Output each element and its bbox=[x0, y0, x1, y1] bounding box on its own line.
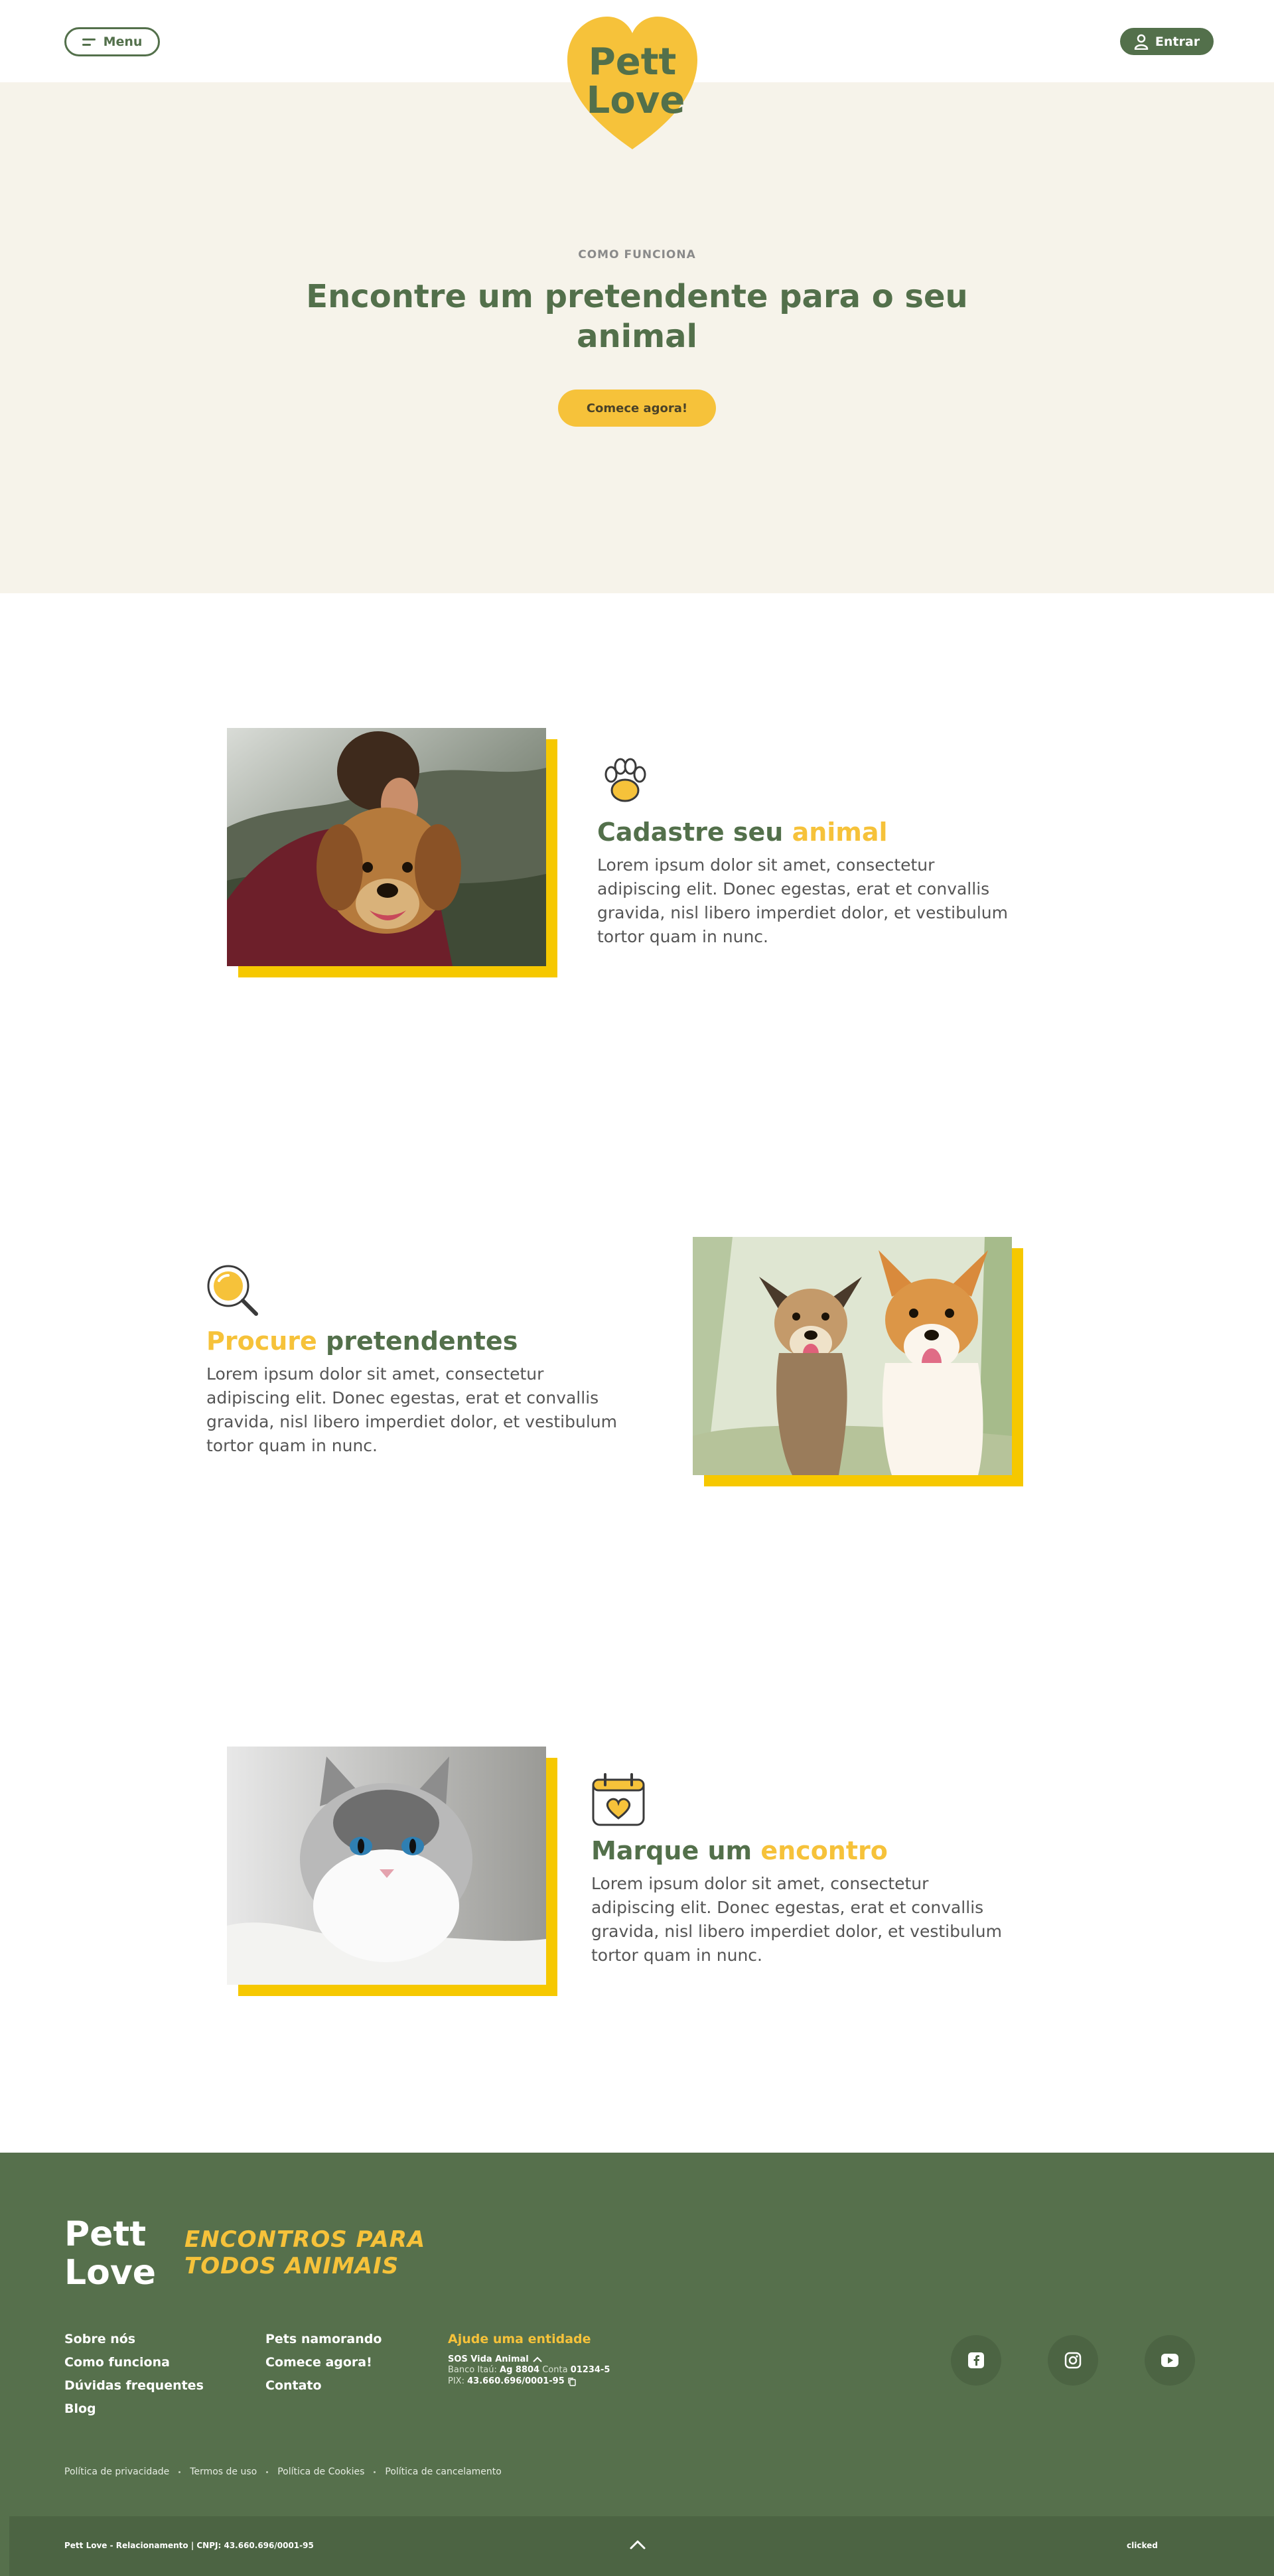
login-button[interactable]: Entrar bbox=[1120, 28, 1214, 55]
site-logo[interactable]: Pett Love bbox=[564, 13, 701, 154]
svg-text:Love: Love bbox=[64, 2253, 156, 2289]
step2-text: Lorem ipsum dolor sit amet, consectetur … bbox=[206, 1364, 617, 1455]
facebook-icon bbox=[968, 2352, 984, 2368]
copyright-text: Pett Love - Relacionamento | CNPJ: 43.66… bbox=[64, 2541, 314, 2550]
donate-bank-line: Banco Itaú: Ag 8804 Conta 01234-5 bbox=[448, 2365, 610, 2375]
youtube-icon bbox=[1161, 2354, 1178, 2367]
back-to-top-chevron-up-icon[interactable] bbox=[628, 2535, 648, 2555]
footer-slogan: ENCONTROS PARA TODOS ANIMAIS bbox=[184, 2226, 426, 2279]
social-links bbox=[951, 2335, 1195, 2386]
login-label: Entrar bbox=[1155, 34, 1200, 49]
footer-link-blog[interactable]: Blog bbox=[64, 2401, 204, 2416]
footer-link-faq[interactable]: Dúvidas frequentes bbox=[64, 2378, 204, 2393]
hero-title: Encontre um pretendente para o seu anima… bbox=[306, 278, 968, 355]
youtube-button[interactable] bbox=[1145, 2335, 1195, 2386]
magnifier-icon bbox=[207, 1265, 258, 1316]
paw-icon bbox=[604, 758, 646, 802]
fluffy-cat-photo bbox=[227, 1747, 546, 1985]
footer-link-pets-dating[interactable]: Pets namorando bbox=[265, 2332, 382, 2346]
footer-logo[interactable]: Pett Love bbox=[64, 2212, 164, 2289]
step2-photo-frame bbox=[693, 1237, 1023, 1486]
step3-title: Marque um encontro bbox=[591, 1836, 888, 1865]
menu-button[interactable]: Menu bbox=[64, 27, 160, 56]
chevron-up-icon bbox=[533, 2356, 542, 2362]
hero-eyebrow: COMO FUNCIONA bbox=[578, 248, 696, 261]
svg-text:Pett: Pett bbox=[64, 2214, 146, 2254]
step3-photo-frame bbox=[227, 1747, 557, 1996]
footer-link-about[interactable]: Sobre nós bbox=[64, 2332, 204, 2346]
footer-link-start-now[interactable]: Comece agora! bbox=[265, 2355, 382, 2370]
legal-links: Política de privacidade Termos de uso Po… bbox=[64, 2467, 502, 2477]
step3-text: Lorem ipsum dolor sit amet, consectetur … bbox=[591, 1874, 1002, 1965]
privacy-policy-link[interactable]: Política de privacidade bbox=[64, 2467, 169, 2477]
menu-label: Menu bbox=[103, 35, 143, 49]
user-icon bbox=[1134, 34, 1149, 50]
footer-link-how-it-works[interactable]: Como funciona bbox=[64, 2355, 204, 2370]
instagram-icon bbox=[1064, 2352, 1082, 2369]
hero-section: COMO FUNCIONA Encontre um pretendente pa… bbox=[0, 82, 1274, 593]
copy-icon[interactable] bbox=[567, 2377, 577, 2386]
two-dogs-photo bbox=[693, 1237, 1012, 1475]
instagram-button[interactable] bbox=[1048, 2335, 1098, 2386]
site-footer: Pett Love ENCONTROS PARA TODOS ANIMAIS S… bbox=[0, 2153, 1274, 2576]
logo-text-line2: Love bbox=[587, 79, 685, 122]
terms-link[interactable]: Termos de uso bbox=[190, 2467, 257, 2477]
donate-org-toggle[interactable]: SOS Vida Animal bbox=[448, 2354, 610, 2364]
footer-links-col1: Sobre nós Como funciona Dúvidas frequent… bbox=[64, 2332, 204, 2416]
donate-block: Ajude uma entidade SOS Vida Animal Banco… bbox=[448, 2332, 610, 2387]
step2-title: Procure pretendentes bbox=[206, 1326, 518, 1356]
step1-text: Lorem ipsum dolor sit amet, consectetur … bbox=[597, 855, 1008, 946]
menu-icon bbox=[82, 38, 96, 46]
start-now-button[interactable]: Comece agora! bbox=[558, 390, 716, 427]
donate-title: Ajude uma entidade bbox=[448, 2332, 591, 2346]
made-by-credit[interactable]: clicked bbox=[1127, 2541, 1158, 2550]
logo-text-line1: Pett bbox=[589, 40, 677, 84]
footer-bottom-bar: Pett Love - Relacionamento | CNPJ: 43.66… bbox=[9, 2516, 1274, 2576]
cookie-policy-link[interactable]: Política de Cookies bbox=[277, 2467, 364, 2477]
man-hugging-dog-photo bbox=[227, 728, 546, 966]
footer-links-col2: Pets namorando Comece agora! Contato bbox=[265, 2332, 382, 2393]
donate-pix-line: PIX: 43.660.696/0001-95 bbox=[448, 2376, 610, 2387]
calendar-heart-icon bbox=[592, 1773, 645, 1826]
facebook-button[interactable] bbox=[951, 2335, 1001, 2386]
footer-link-contact[interactable]: Contato bbox=[265, 2378, 382, 2393]
step1-photo-frame bbox=[227, 728, 557, 977]
step1-title: Cadastre seu animal bbox=[597, 818, 888, 847]
cancellation-policy-link[interactable]: Política de cancelamento bbox=[385, 2467, 501, 2477]
